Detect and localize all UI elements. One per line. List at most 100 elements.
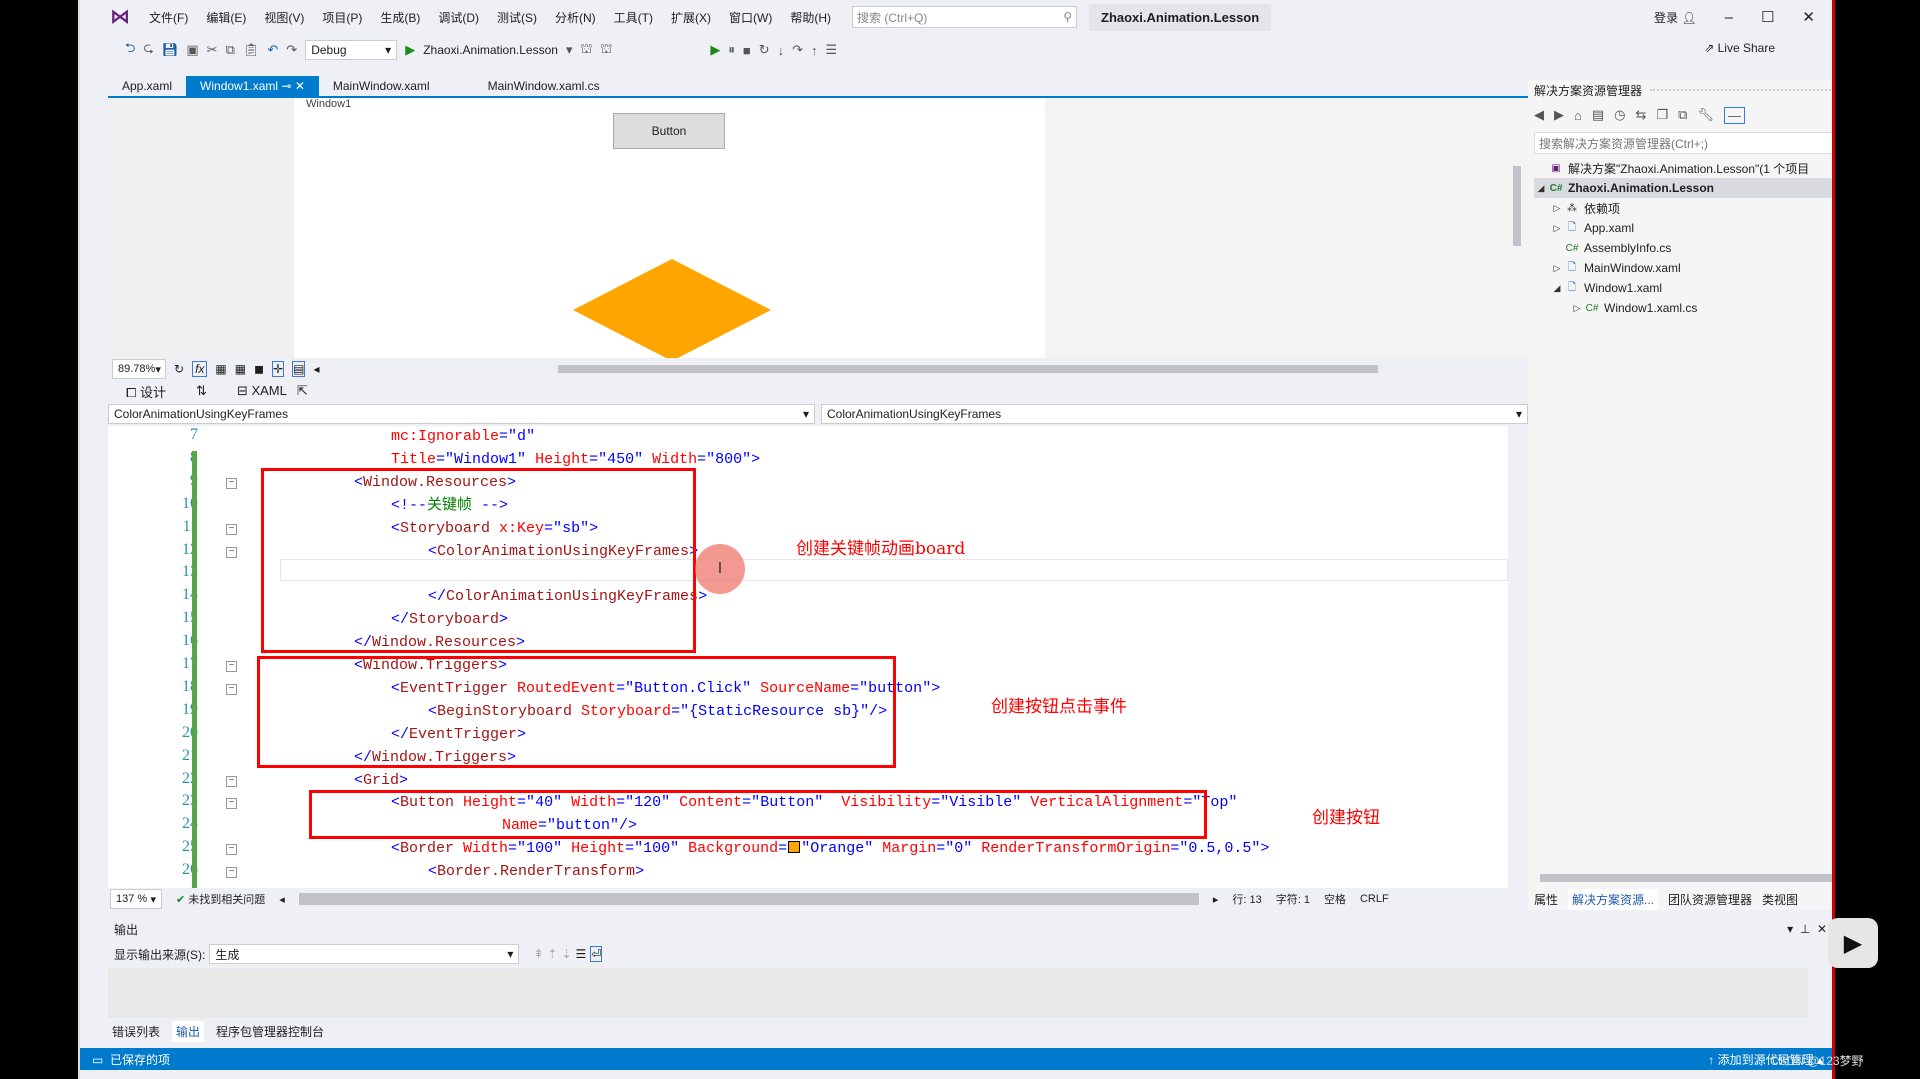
search-input[interactable]: 搜索 (Ctrl+Q) ⚲ bbox=[852, 6, 1077, 28]
code-editor[interactable]: 7 8 9 − 10 11 − 12 − 13 14 15 16 17 − 18 − 19 20 21 22 − 23 − 24… bbox=[108, 426, 1508, 888]
orange-diamond[interactable] bbox=[573, 259, 771, 358]
menu-help[interactable]: 帮助(H) bbox=[781, 9, 840, 26]
tab-solution-explorer[interactable]: 解决方案资源... bbox=[1568, 888, 1659, 910]
collapsed-icon[interactable]: ▷ bbox=[1550, 263, 1564, 274]
color-swatch[interactable] bbox=[788, 841, 801, 854]
nav-left-dropdown[interactable]: ColorAnimationUsingKeyFrames ▾ bbox=[108, 404, 815, 424]
config-dropdown[interactable]: Debug ▾ bbox=[305, 40, 398, 60]
next-message-icon[interactable]: ⇣ bbox=[561, 947, 571, 961]
menu-project[interactable]: 项目(P) bbox=[313, 9, 371, 26]
collapse-icon[interactable]: − bbox=[226, 546, 237, 558]
forward-icon[interactable]: ⮎ bbox=[143, 39, 153, 61]
paste-icon[interactable]: 📋︎ bbox=[243, 42, 260, 58]
issues-indicator[interactable]: ✔ 未找到相关问题 bbox=[176, 891, 265, 907]
tab-class-view[interactable]: 类视图 bbox=[1762, 891, 1798, 908]
tab-package-manager-console[interactable]: 程序包管理器控制台 bbox=[216, 1023, 324, 1040]
tab-app-xaml[interactable]: App.xaml bbox=[108, 76, 186, 96]
back-icon[interactable]: ⮌ bbox=[125, 39, 135, 61]
pin-panel-icon[interactable]: ⊥ bbox=[1800, 922, 1810, 936]
collapse-all-icon[interactable]: ❐ bbox=[1656, 107, 1668, 123]
minimize-button[interactable]: – bbox=[1725, 9, 1733, 26]
collapse-icon[interactable]: − bbox=[226, 798, 237, 810]
preview-button[interactable]: Button bbox=[613, 113, 725, 149]
menu-edit[interactable]: 编辑(E) bbox=[197, 9, 255, 26]
startup-project-dropdown[interactable]: Zhaoxi.Animation.Lesson bbox=[423, 43, 558, 57]
find-message-icon[interactable]: ⇞ bbox=[533, 947, 543, 961]
home-icon[interactable]: ⌂ bbox=[1574, 108, 1582, 123]
word-wrap-icon[interactable]: ⏎ bbox=[590, 946, 603, 962]
menu-tools[interactable]: 工具(T) bbox=[605, 9, 662, 26]
collapsed-icon[interactable]: ▷ bbox=[1570, 303, 1584, 314]
step-out-icon[interactable]: ↑ bbox=[811, 43, 818, 58]
tab-output[interactable]: 输出 bbox=[172, 1020, 205, 1042]
options-icon[interactable]: ▾ bbox=[1787, 922, 1793, 936]
redo-icon[interactable]: ↷ bbox=[286, 42, 297, 58]
prev-message-icon[interactable]: ⇡ bbox=[547, 947, 557, 961]
close-panel-icon[interactable]: ✕ bbox=[1817, 922, 1827, 936]
popout-icon[interactable]: ⇱ bbox=[297, 383, 308, 399]
collapse-icon[interactable]: − bbox=[226, 661, 237, 672]
start-icon[interactable]: ▶ bbox=[405, 42, 415, 58]
refresh-icon[interactable]: ↻ bbox=[174, 362, 184, 376]
undo-icon[interactable]: ↶ bbox=[267, 42, 278, 58]
collapse-icon[interactable]: − bbox=[226, 867, 237, 879]
back-icon[interactable]: ◀ bbox=[1534, 107, 1544, 123]
stop-icon[interactable]: ■ bbox=[743, 43, 751, 58]
snap-grid-icon[interactable]: ▦ bbox=[235, 362, 246, 376]
collapse-icon[interactable]: − bbox=[226, 523, 237, 535]
play-video-button[interactable]: ▶ bbox=[1828, 918, 1878, 968]
clear-all-icon[interactable]: ☰ bbox=[576, 947, 587, 961]
save-icon[interactable]: 💾︎ bbox=[162, 42, 179, 58]
collapse-icon[interactable]: − bbox=[226, 844, 237, 856]
output-text[interactable] bbox=[108, 968, 1808, 1018]
designer-scrollbar[interactable] bbox=[1513, 106, 1523, 351]
designer-zoom-dropdown[interactable]: 89.78% ▾ bbox=[112, 359, 166, 379]
cut-icon[interactable]: ✂ bbox=[207, 42, 218, 58]
menu-build[interactable]: 生成(B) bbox=[371, 9, 429, 26]
spaces-indicator[interactable]: 空格 bbox=[1324, 891, 1346, 907]
history-icon[interactable]: ◷ bbox=[1614, 107, 1625, 123]
switch-views-icon[interactable]: ▤ bbox=[1592, 107, 1604, 123]
expanded-icon[interactable]: ◢ bbox=[1534, 183, 1548, 194]
pin-icon[interactable]: ⊸ bbox=[281, 79, 291, 93]
code-line[interactable]: mc:Ignorable="d" bbox=[391, 426, 535, 448]
menu-test[interactable]: 测试(S) bbox=[488, 9, 546, 26]
collapse-icon[interactable]: − bbox=[226, 775, 237, 787]
sync-icon[interactable]: ⇆ bbox=[1636, 107, 1647, 123]
editor-zoom-dropdown[interactable]: 137 % ▾ bbox=[110, 889, 162, 909]
tab-error-list[interactable]: 错误列表 bbox=[112, 1023, 160, 1040]
menu-file[interactable]: 文件(F) bbox=[140, 9, 197, 26]
build-icon[interactable]: ⛫ bbox=[580, 41, 592, 59]
collapsed-icon[interactable]: ▷ bbox=[1550, 203, 1564, 214]
preview-icon[interactable]: — bbox=[1723, 106, 1745, 124]
designer-hscroll[interactable] bbox=[557, 365, 1378, 373]
output-source-dropdown[interactable]: 生成 ▾ bbox=[209, 944, 520, 964]
show-all-icon[interactable]: ⧉ bbox=[1678, 107, 1687, 123]
publish-icon[interactable]: ⛫ bbox=[600, 41, 612, 59]
restart-icon[interactable]: ↻ bbox=[759, 42, 770, 58]
tab-window1-xaml[interactable]: Window1.xaml ⊸ ✕ bbox=[186, 76, 319, 96]
design-canvas[interactable]: Window1 Button bbox=[294, 98, 1045, 358]
tab-mainwindow-xaml[interactable]: MainWindow.xaml bbox=[319, 76, 444, 96]
menu-window[interactable]: 窗口(W) bbox=[720, 9, 781, 26]
tab-properties[interactable]: 属性 bbox=[1534, 891, 1558, 908]
collapsed-icon[interactable]: ▷ bbox=[1550, 223, 1564, 234]
nav-right-dropdown[interactable]: ColorAnimationUsingKeyFrames ▾ bbox=[821, 404, 1528, 424]
format-icon[interactable]: ☰ bbox=[826, 42, 838, 58]
menu-analyze[interactable]: 分析(N) bbox=[546, 9, 605, 26]
save-all-icon[interactable]: ▣ bbox=[186, 42, 198, 58]
background-icon[interactable]: ◼ bbox=[254, 362, 264, 376]
close-button[interactable]: ✕ bbox=[1802, 8, 1815, 26]
swap-panes-icon[interactable]: ⇅ bbox=[196, 383, 207, 399]
tab-team-explorer[interactable]: 团队资源管理器 bbox=[1668, 891, 1752, 908]
live-share-button[interactable]: ⇗ Live Share bbox=[1704, 41, 1775, 55]
project-code-icon[interactable]: ▤ bbox=[292, 361, 306, 377]
menu-debug[interactable]: 调试(D) bbox=[429, 9, 488, 26]
menu-view[interactable]: 视图(V) bbox=[255, 9, 313, 26]
code-line[interactable]: <Grid> bbox=[354, 770, 408, 792]
tab-design[interactable]: ⧠ 设计 bbox=[126, 382, 166, 401]
snap-lines-icon[interactable]: ✛ bbox=[272, 361, 285, 377]
tab-mainwindow-xaml-cs[interactable]: MainWindow.xaml.cs bbox=[474, 76, 614, 96]
scroll-left-icon[interactable]: ◂ bbox=[313, 362, 319, 376]
close-tab-icon[interactable]: ✕ bbox=[295, 79, 305, 93]
